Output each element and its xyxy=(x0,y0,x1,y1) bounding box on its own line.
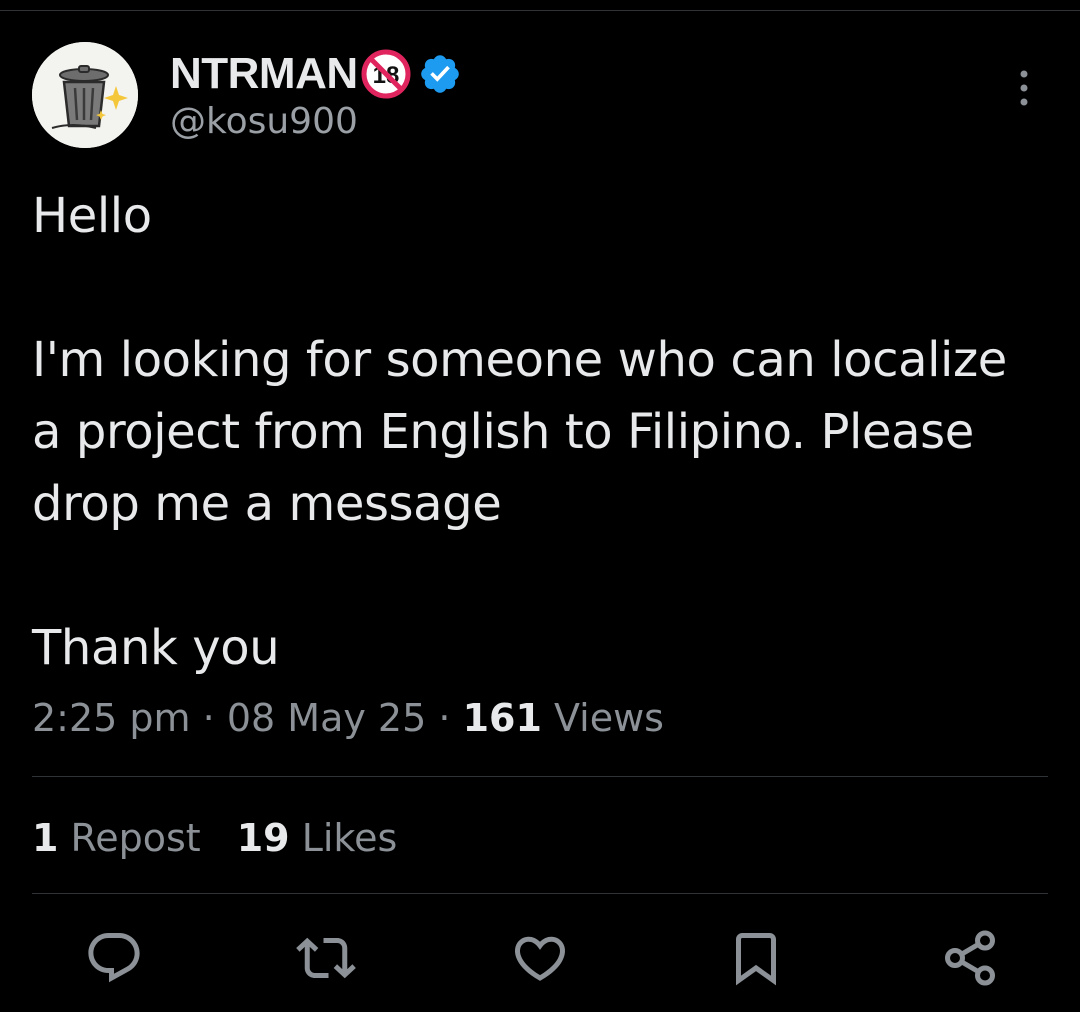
top-divider xyxy=(0,10,1080,11)
no-18-icon: 18 xyxy=(361,49,411,99)
views-label[interactable]: Views xyxy=(554,696,664,740)
divider xyxy=(32,893,1048,894)
verified-badge-icon[interactable] xyxy=(418,52,462,96)
reply-icon xyxy=(88,933,140,983)
reposts-count: 1 xyxy=(32,816,59,860)
action-bar xyxy=(0,928,1080,992)
tweet-header: NTRMAN 18 @kosu900 xyxy=(32,42,1048,152)
trash-can-avatar-icon xyxy=(32,42,138,148)
reply-button[interactable] xyxy=(84,928,144,988)
tweet-meta: 2:25 pm · 08 May 25 · 161 Views xyxy=(32,692,664,744)
tweet-time[interactable]: 2:25 pm xyxy=(32,696,191,740)
avatar[interactable] xyxy=(32,42,138,148)
tweet-text-content: Hello I'm looking for someone who can lo… xyxy=(32,188,1007,676)
views-count[interactable]: 161 xyxy=(463,696,542,740)
engagement-stats: 1 Repost 19 Likes xyxy=(32,812,397,864)
more-options-icon[interactable] xyxy=(1018,68,1030,108)
tweet-text: Hello I'm looking for someone who can lo… xyxy=(32,180,1042,684)
likes-stat[interactable]: 19 Likes xyxy=(237,812,398,864)
likes-count: 19 xyxy=(236,816,290,860)
likes-label: Likes xyxy=(301,816,398,860)
bookmark-button[interactable] xyxy=(726,928,786,988)
repost-button[interactable] xyxy=(296,928,356,988)
meta-separator: · xyxy=(438,696,451,740)
share-button[interactable] xyxy=(940,928,1000,988)
author-display-name[interactable]: NTRMAN xyxy=(170,52,358,96)
like-button[interactable] xyxy=(510,928,570,988)
author-name-row: NTRMAN 18 xyxy=(170,48,462,100)
meta-separator: · xyxy=(202,696,215,740)
author-handle[interactable]: @kosu900 xyxy=(170,102,358,142)
repost-icon xyxy=(296,937,356,979)
like-icon xyxy=(514,936,566,981)
reposts-stat[interactable]: 1 Repost xyxy=(32,812,201,864)
share-icon xyxy=(945,930,995,986)
tweet-date[interactable]: 08 May 25 xyxy=(227,696,426,740)
divider xyxy=(32,776,1048,777)
bookmark-icon xyxy=(736,933,776,986)
reposts-label: Repost xyxy=(70,816,201,860)
